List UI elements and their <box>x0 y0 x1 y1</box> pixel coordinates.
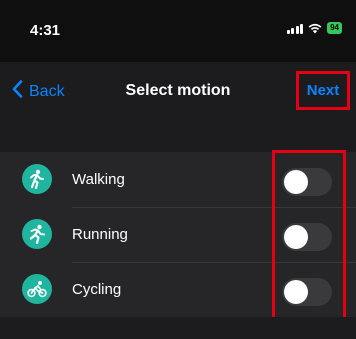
toggle-knob <box>284 225 308 249</box>
battery-icon: 94 <box>327 22 342 34</box>
motion-label: Walking <box>72 171 125 188</box>
toggle-knob <box>284 280 308 304</box>
wifi-icon <box>308 23 322 34</box>
motion-label: Running <box>72 226 128 243</box>
running-icon <box>22 219 52 249</box>
cycling-icon <box>22 274 52 304</box>
status-time: 4:31 <box>30 22 61 39</box>
motion-label: Cycling <box>72 281 122 298</box>
status-icons: 94 <box>286 22 342 34</box>
walking-icon <box>22 164 52 194</box>
section-spacer <box>0 122 356 152</box>
toggle-knob <box>284 170 308 194</box>
running-toggle[interactable] <box>282 223 332 251</box>
motion-row-walking: Walking <box>0 152 356 207</box>
next-button[interactable]: Next <box>296 71 350 110</box>
navigation-bar: Back Select motion Next <box>0 62 356 122</box>
motion-list: Walking Running Cycling <box>0 152 356 317</box>
motion-row-cycling: Cycling <box>0 262 356 317</box>
next-label: Next <box>306 82 340 99</box>
cellular-signal-icon <box>286 23 304 34</box>
cycling-toggle[interactable] <box>282 278 332 306</box>
motion-row-running: Running <box>0 207 356 262</box>
bottom-spacer <box>0 317 356 339</box>
walking-toggle[interactable] <box>282 168 332 196</box>
status-bar: 4:31 94 <box>0 0 356 62</box>
